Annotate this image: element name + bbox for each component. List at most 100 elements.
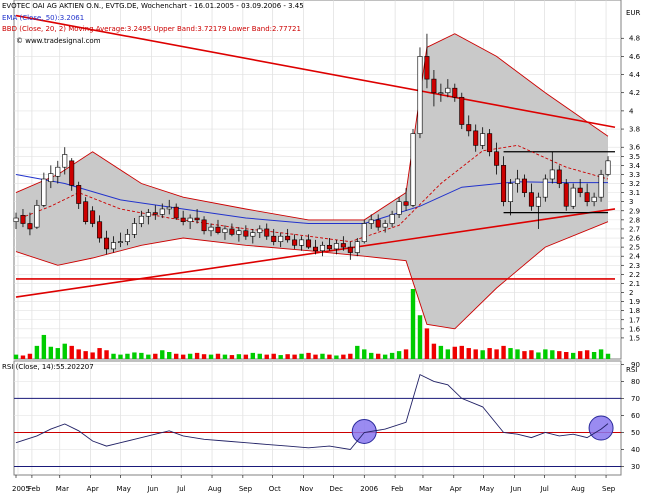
volume-bar: [153, 353, 158, 359]
volume-bar: [403, 349, 409, 359]
candle-body: [424, 56, 430, 80]
candle-body: [166, 206, 172, 210]
candle-body: [584, 192, 590, 203]
price-y-tick-label: 2.3: [629, 262, 640, 270]
volume-bar: [201, 354, 207, 359]
x-tick-label: Nov: [300, 485, 314, 493]
volume-bar: [13, 354, 19, 359]
volume-bar: [271, 353, 276, 359]
volume-bar: [557, 351, 562, 359]
volume-bar: [257, 353, 262, 359]
volume-bar: [125, 353, 130, 359]
volume-bar: [571, 352, 576, 359]
candle-body: [90, 210, 96, 224]
volume-bar: [76, 349, 81, 359]
volume-bar: [591, 352, 597, 359]
candle-body: [312, 246, 318, 252]
volume-bar: [473, 349, 478, 359]
candle-body: [605, 160, 611, 175]
candle-body: [34, 205, 40, 228]
candle-body: [124, 234, 130, 242]
price-y-tick-label: 4.4: [629, 71, 641, 79]
candle-body: [508, 183, 514, 203]
volume-bar: [97, 348, 102, 359]
candle-body: [598, 174, 604, 198]
volume-bar: [34, 345, 40, 359]
candle-body: [194, 217, 200, 221]
price-y-tick-label: 2.2: [629, 271, 640, 279]
x-tick-label: Jun: [146, 485, 158, 493]
candle-body: [285, 235, 291, 241]
x-tick-label: Dec: [329, 485, 343, 493]
candle-body: [521, 178, 527, 193]
price-y-tick-label: 4: [629, 107, 634, 115]
bollinger-legend: BBD (Close, 20, 2) Moving Average:3.2495…: [2, 25, 301, 33]
volume-bar: [536, 352, 541, 359]
price-y-tick-label: 2.6: [629, 235, 641, 243]
candle-body: [152, 212, 158, 215]
candle-body: [333, 243, 339, 250]
candle-body: [180, 217, 186, 222]
price-y-tick-label: 2.8: [629, 216, 640, 224]
volume-bar: [522, 351, 527, 359]
candle-body: [528, 192, 534, 207]
candle-body: [292, 239, 298, 246]
chart-canvas: 1.51.61.71.81.922.12.22.32.42.52.6 2.72.8…: [0, 0, 666, 499]
price-y-tick-label: 2.5: [629, 244, 640, 252]
volume-bar: [167, 352, 172, 359]
volume-bar: [111, 353, 116, 359]
candle-body: [326, 244, 332, 250]
volume-bar: [466, 348, 471, 359]
candle-body: [431, 78, 437, 94]
volume-bar: [250, 352, 256, 359]
volume-bar: [236, 354, 242, 359]
volume-bar: [508, 348, 513, 359]
watermark: © www.tradesignal.com: [16, 37, 101, 45]
candle-body: [159, 208, 165, 215]
price-y-tick-label: 3.2: [629, 180, 640, 188]
candle-body: [445, 87, 451, 94]
volume-bar: [341, 354, 346, 359]
volume-bar: [160, 350, 165, 359]
candle-body: [243, 230, 249, 237]
x-tick-label: May: [480, 485, 494, 493]
volume-bar: [69, 345, 74, 359]
candle-body: [354, 241, 360, 253]
volume-bar: [355, 345, 360, 359]
volume-bar: [334, 355, 339, 359]
x-tick-label: Mar: [419, 485, 432, 493]
x-tick-label: Sep: [602, 485, 616, 493]
volume-bar: [438, 345, 444, 359]
candle-body: [215, 226, 221, 233]
volume-bar: [62, 343, 67, 359]
volume-bar: [90, 352, 95, 359]
candle-body: [76, 185, 82, 204]
candle-body: [319, 244, 325, 252]
price-y-tick-label: 3.1: [629, 189, 640, 197]
candle-body: [514, 178, 520, 184]
volume-bar: [459, 345, 464, 359]
candle-body: [69, 160, 75, 186]
price-y-tick-label: 1.8: [629, 307, 640, 315]
x-tick-label: Feb: [28, 485, 41, 493]
candle-body: [41, 178, 47, 206]
rsi-panel: [13, 360, 622, 476]
x-tick-label: May: [116, 485, 130, 493]
volume-bar: [577, 351, 583, 359]
volume-bar: [320, 353, 325, 359]
volume-bar: [543, 349, 548, 359]
x-tick-label: Oct: [269, 485, 281, 493]
rsi-axis-title: RSI: [626, 366, 637, 374]
volume-bar: [222, 354, 228, 359]
candle-body: [577, 187, 583, 193]
candle-body: [187, 217, 193, 222]
candle-body: [131, 223, 137, 235]
candle-body: [556, 169, 562, 184]
volume-bar: [487, 348, 492, 359]
candle-body: [264, 228, 270, 237]
volume-bar: [180, 354, 186, 359]
price-y-tick-label: 4.2: [629, 89, 640, 97]
rsi-y-tick-label: 30: [631, 463, 640, 471]
candle-body: [62, 154, 68, 168]
volume-bar: [41, 334, 47, 359]
